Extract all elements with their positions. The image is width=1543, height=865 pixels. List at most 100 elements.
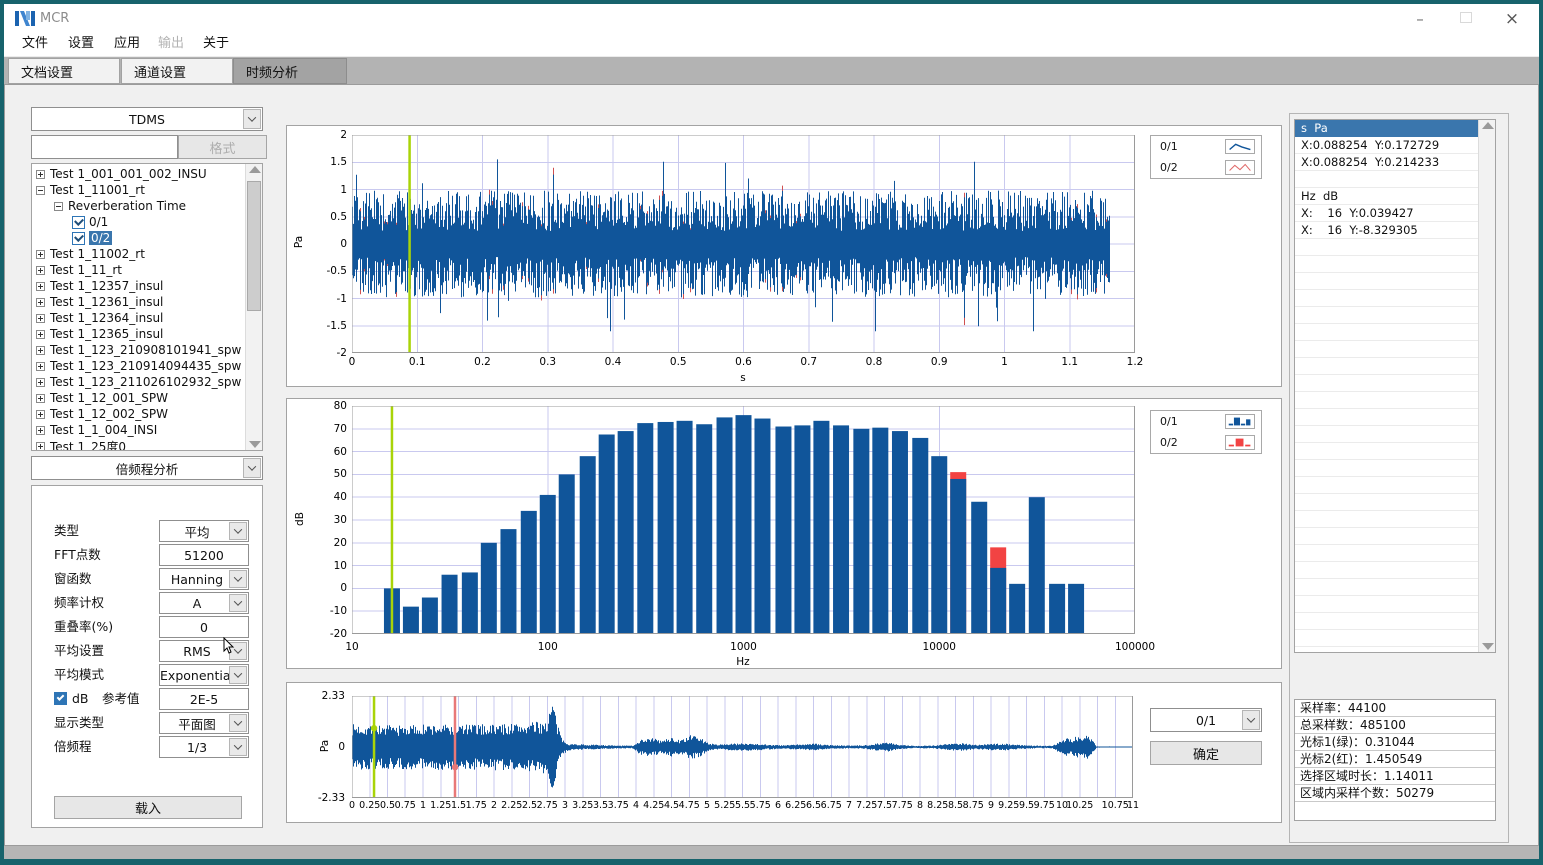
- expand-icon[interactable]: [36, 282, 45, 291]
- tree-item[interactable]: Test 1_12_001_SPW: [36, 390, 244, 406]
- readout-row[interactable]: [1295, 528, 1478, 545]
- tree-item[interactable]: Test 1_1_004_INSI: [36, 422, 244, 438]
- cursor2-red-handle[interactable]: [452, 764, 458, 770]
- db-checkbox[interactable]: [54, 692, 67, 705]
- readout-row[interactable]: [1295, 256, 1478, 273]
- tree-item[interactable]: Test 1_12361_insul: [36, 294, 244, 310]
- legend-item[interactable]: 0/2: [1151, 432, 1261, 453]
- expand-icon[interactable]: [36, 266, 45, 275]
- readout-row[interactable]: [1295, 579, 1478, 596]
- readout-row[interactable]: [1295, 562, 1478, 579]
- menu-apply[interactable]: 应用: [110, 32, 144, 56]
- menu-file[interactable]: 文件: [18, 32, 52, 56]
- expand-icon[interactable]: [36, 378, 45, 387]
- expand-icon[interactable]: [36, 426, 45, 435]
- readout-row[interactable]: [1295, 307, 1478, 324]
- readout-row[interactable]: [1295, 426, 1478, 443]
- cursor-readout-list[interactable]: s PaX:0.088254 Y:0.172729X:0.088254 Y:0.…: [1294, 119, 1496, 653]
- confirm-button[interactable]: 确定: [1150, 741, 1262, 765]
- tree-item[interactable]: Reverberation Time: [36, 198, 244, 214]
- channel-select[interactable]: 0/1: [1150, 708, 1262, 732]
- scroll-down-icon[interactable]: [249, 441, 261, 448]
- tab-channel-settings[interactable]: 通道设置: [121, 58, 233, 84]
- readout-row[interactable]: [1295, 239, 1478, 256]
- menu-about[interactable]: 关于: [199, 32, 233, 56]
- file-tree[interactable]: Test 1_001_001_002_INSUTest 1_11001_rtRe…: [31, 163, 263, 451]
- readout-row[interactable]: [1295, 630, 1478, 647]
- load-button[interactable]: 载入: [54, 796, 242, 819]
- tree-item[interactable]: Test 1_123_210908101941_spw: [36, 342, 244, 358]
- form-input[interactable]: [159, 616, 249, 638]
- tree-scrollbar[interactable]: [245, 164, 262, 450]
- collapse-icon[interactable]: [36, 186, 45, 195]
- collapse-icon[interactable]: [54, 202, 63, 211]
- tree-item[interactable]: Test 1_12364_insul: [36, 310, 244, 326]
- readout-row[interactable]: [1295, 324, 1478, 341]
- reference-value-input[interactable]: [159, 688, 249, 710]
- readout-row[interactable]: [1295, 392, 1478, 409]
- form-select[interactable]: RMS: [159, 640, 249, 662]
- readout-row[interactable]: [1295, 290, 1478, 307]
- readout-row[interactable]: [1295, 358, 1478, 375]
- readout-row[interactable]: [1295, 273, 1478, 290]
- tree-item[interactable]: Test 1_12365_insul: [36, 326, 244, 342]
- tree-item[interactable]: Test 1_12357_insul: [36, 278, 244, 294]
- readout-row[interactable]: [1295, 511, 1478, 528]
- readout-row[interactable]: [1295, 341, 1478, 358]
- tree-item[interactable]: Test 1_001_001_002_INSU: [36, 166, 244, 182]
- readout-row[interactable]: Hz dB: [1295, 188, 1478, 205]
- readout-row[interactable]: [1295, 171, 1478, 188]
- readout-row[interactable]: [1295, 545, 1478, 562]
- tree-item[interactable]: Test 1_11_rt: [36, 262, 244, 278]
- readout-row[interactable]: X: 16 Y:0.039427: [1295, 205, 1478, 222]
- minimize-button[interactable]: –: [1405, 7, 1435, 31]
- readout-row[interactable]: [1295, 375, 1478, 392]
- octave-band-plot[interactable]: [352, 406, 1135, 634]
- form-input[interactable]: [159, 544, 249, 566]
- form-select[interactable]: Hanning: [159, 568, 249, 590]
- form-select[interactable]: 1/3: [159, 736, 249, 758]
- readout-row[interactable]: X:0.088254 Y:0.172729: [1295, 137, 1478, 154]
- expand-icon[interactable]: [36, 250, 45, 259]
- readout-row[interactable]: [1295, 443, 1478, 460]
- close-button[interactable]: ×: [1497, 7, 1527, 31]
- expand-icon[interactable]: [36, 410, 45, 419]
- tree-item[interactable]: Test 1_25度0: [36, 438, 244, 451]
- tree-item[interactable]: Test 1_11001_rt: [36, 182, 244, 198]
- tab-timefreq-analysis[interactable]: 时频分析: [233, 58, 347, 84]
- form-select[interactable]: A: [159, 592, 249, 614]
- expand-icon[interactable]: [36, 394, 45, 403]
- tree-item[interactable]: Test 1_123_210914094435_spw: [36, 358, 244, 374]
- readout-header[interactable]: s Pa: [1295, 120, 1478, 137]
- readout-row[interactable]: [1295, 409, 1478, 426]
- tree-item[interactable]: 0/1: [36, 214, 244, 230]
- full-record-plot[interactable]: [352, 696, 1133, 798]
- tree-item[interactable]: 0/2: [36, 230, 244, 246]
- scroll-up-icon[interactable]: [1482, 122, 1494, 129]
- menu-settings[interactable]: 设置: [64, 32, 98, 56]
- scroll-up-icon[interactable]: [249, 166, 261, 173]
- scroll-thumb[interactable]: [247, 181, 261, 311]
- tab-document-settings[interactable]: 文档设置: [8, 58, 120, 84]
- form-select[interactable]: 平面图: [159, 712, 249, 734]
- readout-row[interactable]: [1295, 613, 1478, 630]
- readout-row[interactable]: X: 16 Y:-8.329305: [1295, 222, 1478, 239]
- expand-icon[interactable]: [36, 314, 45, 323]
- readout-row[interactable]: [1295, 596, 1478, 613]
- tree-item[interactable]: Test 1_12_002_SPW: [36, 406, 244, 422]
- tree-item[interactable]: Test 1_11002_rt: [36, 246, 244, 262]
- checkbox-checked-icon[interactable]: [72, 232, 85, 245]
- list-scrollbar[interactable]: [1478, 120, 1495, 652]
- expand-icon[interactable]: [36, 362, 45, 371]
- analysis-type-select[interactable]: 倍频程分析: [31, 456, 263, 480]
- scroll-down-icon[interactable]: [1482, 643, 1494, 650]
- form-select[interactable]: 平均: [159, 520, 249, 542]
- readout-row[interactable]: [1295, 460, 1478, 477]
- time-waveform-plot[interactable]: [352, 135, 1135, 353]
- checkbox-checked-icon[interactable]: [72, 216, 85, 229]
- cursor1-green-handle[interactable]: [371, 725, 377, 731]
- legend-item[interactable]: 0/1: [1151, 136, 1261, 157]
- form-select[interactable]: Exponential: [159, 664, 249, 686]
- expand-icon[interactable]: [36, 442, 45, 451]
- expand-icon[interactable]: [36, 298, 45, 307]
